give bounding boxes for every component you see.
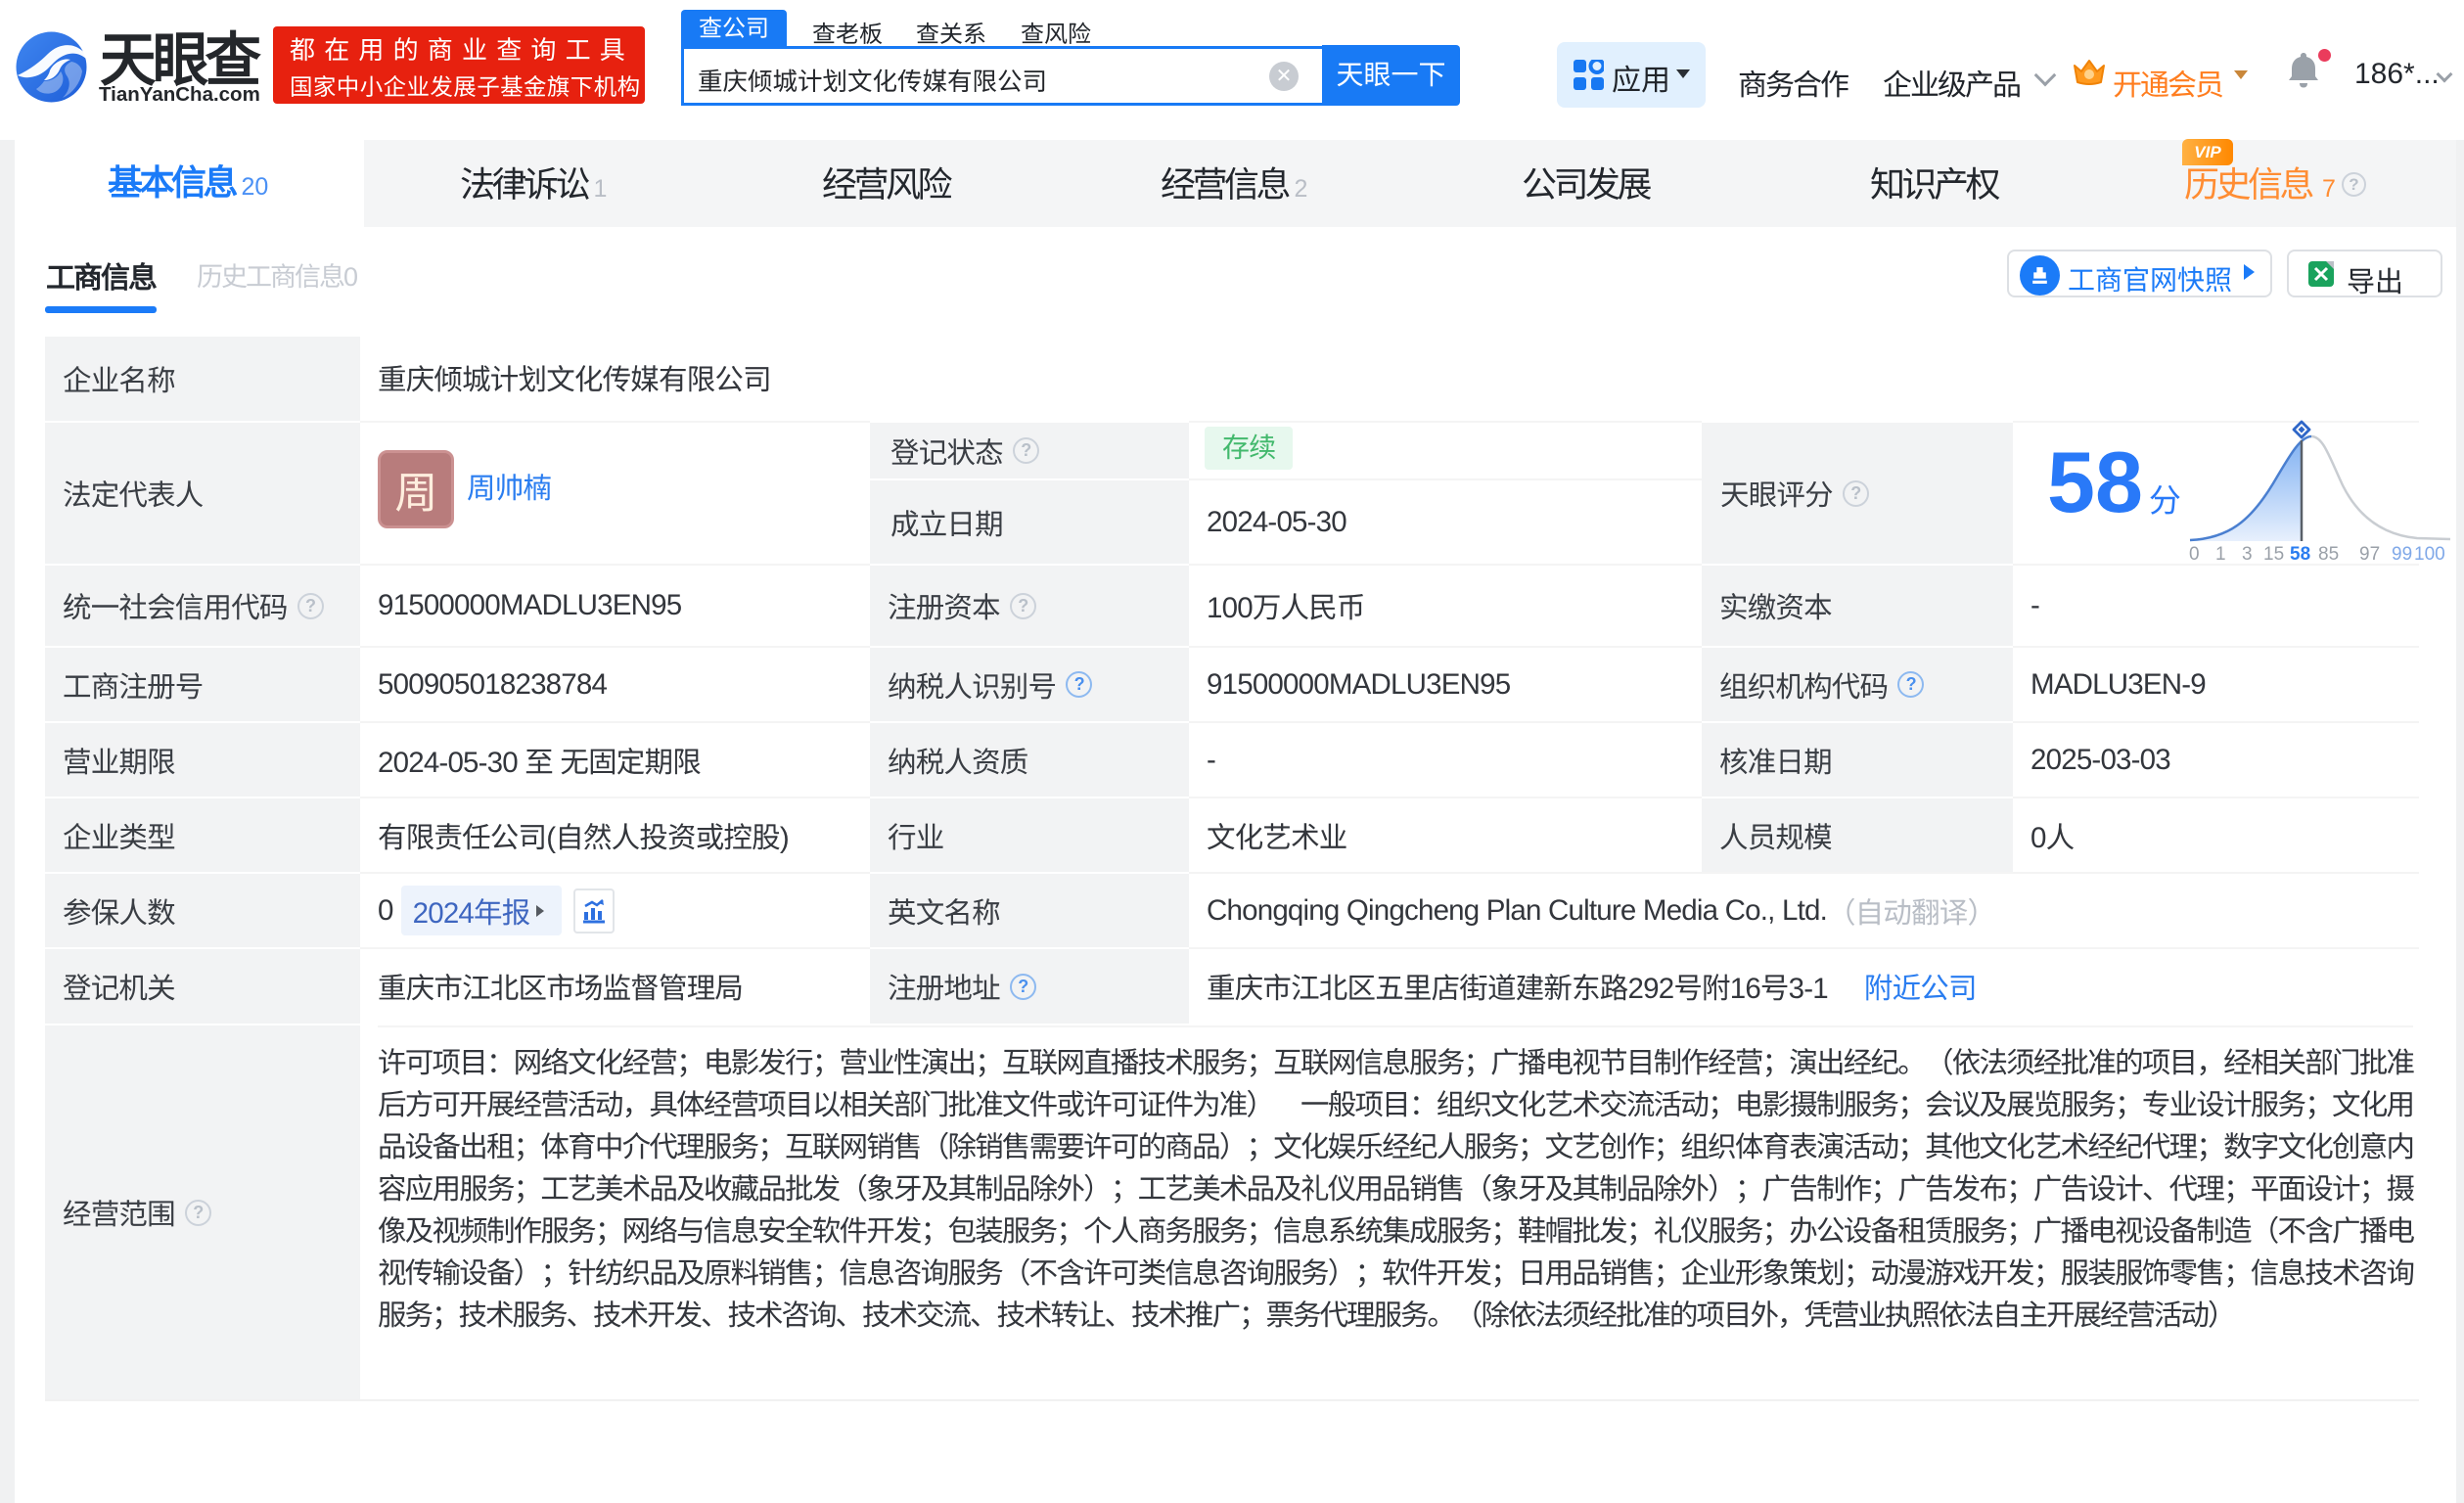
svg-text:15: 15 bbox=[2263, 544, 2284, 564]
svg-text:3: 3 bbox=[2242, 544, 2253, 564]
svg-text:58: 58 bbox=[2290, 544, 2310, 564]
svg-text:0: 0 bbox=[2189, 544, 2200, 564]
svg-text:85: 85 bbox=[2318, 544, 2339, 564]
svg-text:100: 100 bbox=[2414, 544, 2445, 564]
svg-text:99: 99 bbox=[2392, 544, 2412, 564]
svg-text:97: 97 bbox=[2359, 544, 2380, 564]
svg-text:1: 1 bbox=[2215, 544, 2226, 564]
